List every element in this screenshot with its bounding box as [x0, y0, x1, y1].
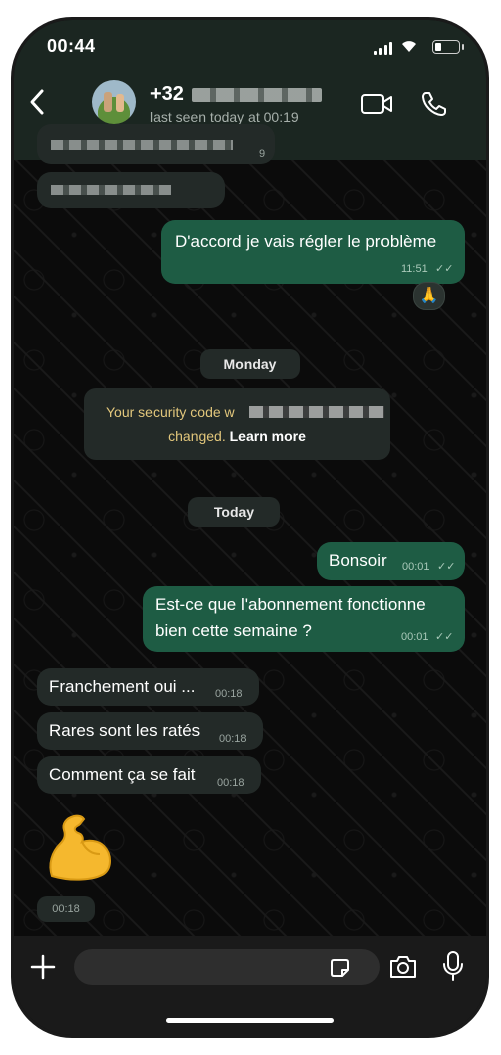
message-bubble-incoming[interactable]: 9	[37, 124, 275, 164]
message-time: 11:51	[401, 263, 428, 275]
message-bubble-incoming[interactable]: Franchement oui ... 00:18	[37, 668, 259, 706]
back-arrow-icon[interactable]	[28, 88, 46, 116]
message-text: Rares sont les ratés	[49, 721, 201, 740]
signal-icon	[374, 41, 392, 55]
message-time: 00:18	[37, 896, 95, 922]
date-separator: Monday	[200, 349, 300, 379]
status-time: 00:44	[47, 36, 96, 56]
read-receipt-icon: ✓✓	[437, 561, 456, 573]
message-bubble-outgoing[interactable]: Est-ce que l'abonnement fonctionne bien …	[143, 586, 465, 652]
message-bubble-incoming[interactable]	[37, 172, 225, 208]
message-time: 00:18	[215, 688, 243, 700]
plus-icon[interactable]	[30, 954, 56, 980]
message-bubble-incoming[interactable]: Comment ça se fait 00:18	[37, 756, 261, 794]
date-separator: Today	[188, 497, 280, 527]
message-text: D'accord je vais régler le problème	[175, 232, 437, 251]
status-bar: 00:44	[14, 36, 486, 60]
home-indicator[interactable]	[166, 1018, 334, 1023]
message-text-line1: Est-ce que l'abonnement fonctionne	[155, 595, 426, 614]
message-reaction[interactable]: 🙏	[413, 282, 445, 310]
message-time: 9	[259, 148, 266, 160]
message-text-line2: bien cette semaine ?	[155, 621, 312, 640]
message-time: 00:01	[401, 631, 429, 643]
message-composer	[14, 936, 486, 1035]
security-text-line2: changed. Learn more	[84, 428, 390, 444]
contact-avatar[interactable]	[92, 80, 136, 124]
redacted-text	[51, 140, 233, 150]
message-bubble-outgoing[interactable]: D'accord je vais régler le problème 11:5…	[161, 220, 465, 284]
message-time: 00:18	[217, 777, 245, 789]
sticker-icon[interactable]	[328, 956, 352, 980]
read-receipt-icon: ✓✓	[435, 631, 454, 643]
last-seen-status: last seen today at 00:19	[150, 109, 299, 125]
redacted-text	[249, 406, 384, 418]
message-text: Comment ça se fait	[49, 765, 196, 784]
flexed-biceps-emoji-icon[interactable]	[42, 810, 118, 886]
security-code-notice[interactable]: Your security code w changed. Learn more	[84, 388, 390, 460]
message-text: Franchement oui ...	[49, 677, 196, 696]
message-bubble-outgoing[interactable]: Bonsoir 00:01 ✓✓	[317, 542, 465, 580]
security-text-end: changed.	[168, 428, 226, 444]
read-receipt-icon: ✓✓	[435, 263, 454, 275]
message-time: 00:01	[402, 561, 430, 573]
contact-name-redacted	[192, 88, 322, 102]
microphone-icon[interactable]	[442, 950, 464, 982]
learn-more-link[interactable]: Learn more	[230, 428, 306, 444]
redacted-text	[51, 185, 171, 195]
wifi-icon	[402, 41, 416, 52]
voice-call-icon[interactable]	[420, 90, 448, 118]
battery-icon	[432, 40, 464, 54]
contact-name[interactable]: +32	[150, 83, 184, 106]
message-text: Bonsoir	[329, 551, 387, 570]
message-time: 00:18	[219, 733, 247, 745]
camera-icon[interactable]	[388, 954, 418, 980]
message-bubble-incoming[interactable]: Rares sont les ratés 00:18	[37, 712, 263, 750]
phone-frame: 00:44 +32 last seen today at 00:19 9 D'a…	[14, 20, 486, 1035]
video-call-icon[interactable]	[360, 92, 394, 116]
